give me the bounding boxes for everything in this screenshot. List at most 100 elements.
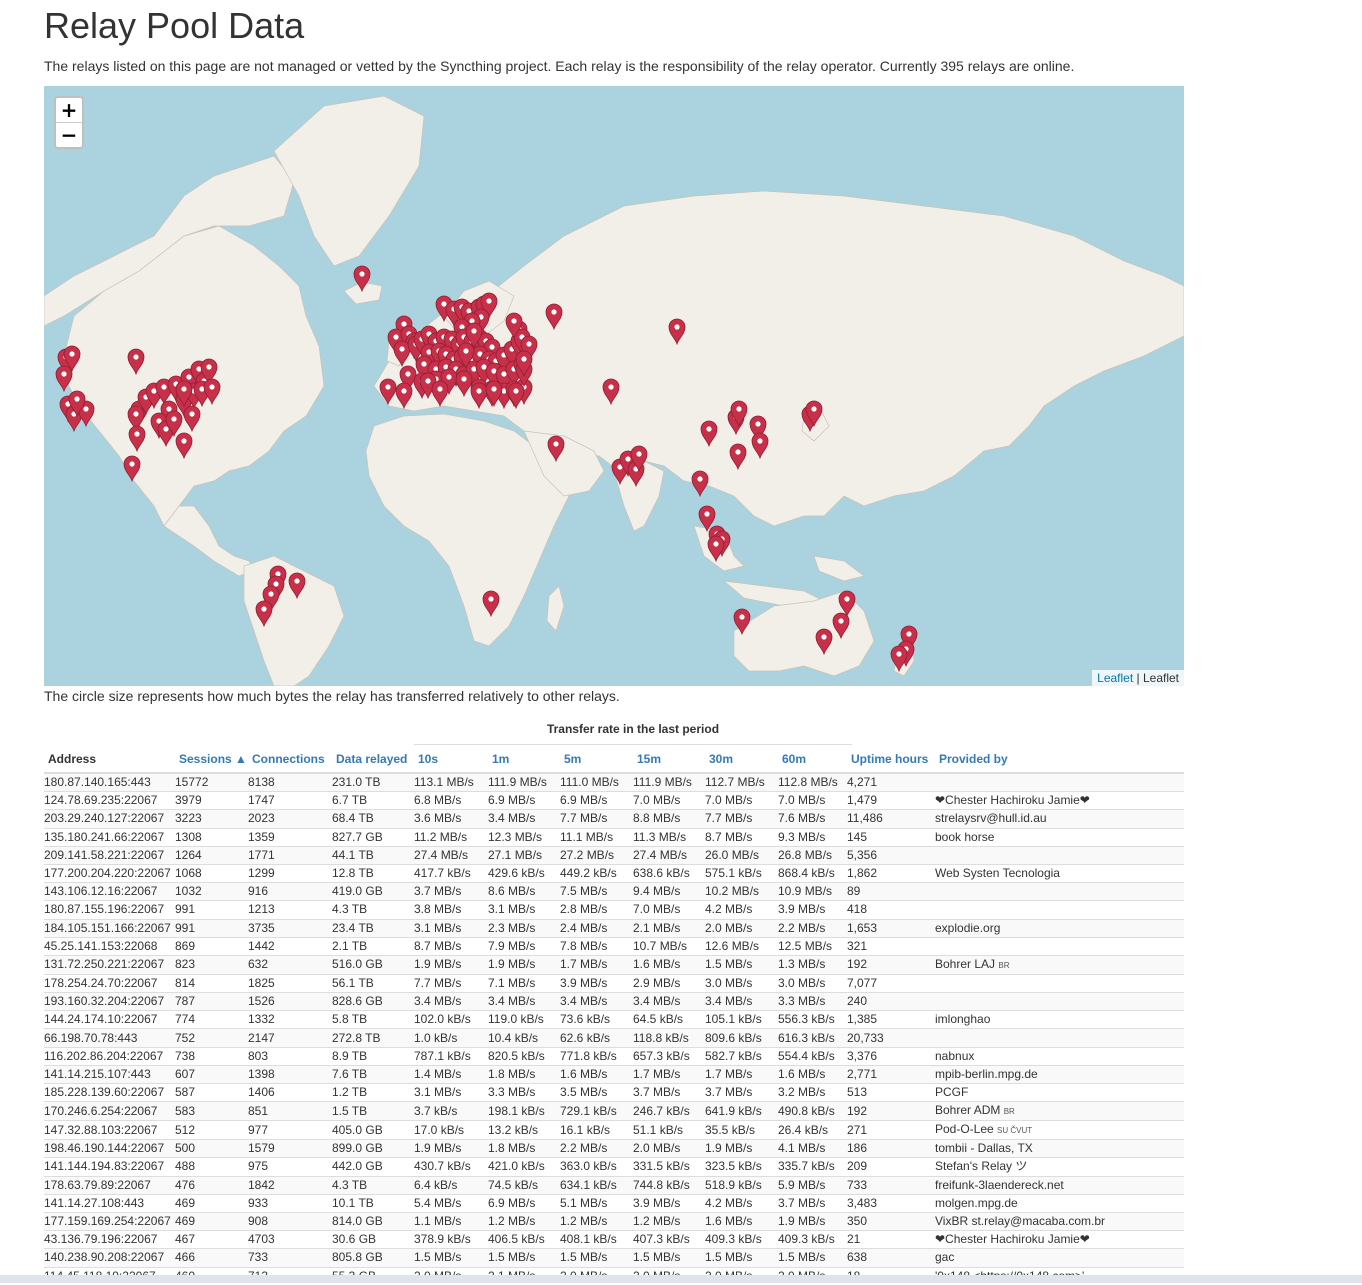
relay-marker-icon[interactable] xyxy=(203,378,221,406)
cell-sessions: 3223 xyxy=(175,809,248,829)
cell-rate-10s: 113.1 MB/s xyxy=(414,772,488,792)
country-badge: BR xyxy=(1003,1107,1015,1117)
cell-address: 143.106.12.16:22067 xyxy=(44,882,175,901)
relay-marker-icon[interactable] xyxy=(700,420,718,448)
cell-data-relayed: 23.4 TB xyxy=(332,918,414,938)
cell-rate-15m: 2.9 MB/s xyxy=(633,973,705,993)
zoom-out-button[interactable]: − xyxy=(56,122,82,147)
column-header-rate-1m[interactable]: 1m xyxy=(488,746,560,774)
cell-rate-30m: 1.9 MB/s xyxy=(705,1139,778,1158)
cell-connections: 632 xyxy=(248,954,332,975)
cell-rate-60m: 556.3 kB/s xyxy=(778,1010,847,1029)
cell-rate-30m: 10.2 MB/s xyxy=(705,882,778,901)
table-row: 185.228.139.60:22067 587 1406 1.2 TB 3.1 MB/… xyxy=(44,1082,1184,1102)
relay-marker-icon[interactable] xyxy=(127,348,145,376)
cell-rate-1m: 1.8 MB/s xyxy=(488,1139,560,1158)
cell-rate-30m: 1.6 MB/s xyxy=(705,1211,778,1231)
cell-uptime-hours: 271 xyxy=(847,1120,935,1140)
relay-marker-icon[interactable] xyxy=(482,590,500,618)
relay-marker-icon[interactable] xyxy=(691,470,709,498)
cell-uptime-hours: 638 xyxy=(847,1248,935,1267)
cell-provided-by: Web Systen Tecnologia xyxy=(935,863,1184,883)
horizontal-scrollbar[interactable] xyxy=(0,1275,1362,1283)
cell-connections: 908 xyxy=(248,1211,332,1231)
relay-marker-icon[interactable] xyxy=(431,380,449,408)
table-row: 209.141.58.221:22067 1264 1771 44.1 TB 27.4 … xyxy=(44,845,1184,865)
relay-marker-icon[interactable] xyxy=(890,645,908,673)
cell-rate-30m: 105.1 kB/s xyxy=(705,1010,778,1029)
column-header-rate-30m[interactable]: 30m xyxy=(705,746,778,774)
relay-marker-icon[interactable] xyxy=(455,370,473,398)
cell-rate-60m: 10.9 MB/s xyxy=(778,882,847,901)
relay-marker-icon[interactable] xyxy=(547,435,565,463)
relay-marker-icon[interactable] xyxy=(379,378,397,406)
column-header-sessions[interactable]: Sessions ▲ xyxy=(175,746,248,774)
cell-connections: 977 xyxy=(248,1120,332,1140)
relay-marker-icon[interactable] xyxy=(123,455,141,483)
column-header-uptime-hours[interactable]: Uptime hours xyxy=(847,746,935,774)
relay-marker-icon[interactable] xyxy=(183,405,201,433)
cell-rate-10s: 3.7 kB/s xyxy=(414,1101,488,1121)
attribution-separator: | xyxy=(1133,671,1143,685)
cell-rate-30m: 575.1 kB/s xyxy=(705,863,778,883)
relay-marker-icon[interactable] xyxy=(668,318,686,346)
relay-map[interactable]: + − Leaflet | Leaflet xyxy=(44,86,1184,686)
cell-data-relayed: 4.3 TB xyxy=(332,900,414,919)
relay-marker-icon[interactable] xyxy=(288,572,306,600)
relay-marker-icon[interactable] xyxy=(707,535,725,563)
relay-marker-icon[interactable] xyxy=(175,432,193,460)
transfer-period-header: Transfer rate in the last period xyxy=(414,718,852,745)
table-row: 178.63.79.89:22067 476 1842 4.3 TB 6.4 kB/s 7… xyxy=(44,1175,1184,1195)
cell-uptime-hours: 513 xyxy=(847,1082,935,1102)
relay-marker-icon[interactable] xyxy=(255,600,273,628)
cell-rate-15m: 8.8 MB/s xyxy=(633,809,705,829)
cell-rate-10s: 417.7 kB/s xyxy=(414,863,488,883)
cell-rate-1m: 1.2 MB/s xyxy=(488,1211,560,1231)
cell-data-relayed: 8.9 TB xyxy=(332,1046,414,1066)
cell-rate-15m: 111.9 MB/s xyxy=(633,772,705,792)
column-header-rate-60m[interactable]: 60m xyxy=(778,746,847,774)
column-header-provided-by[interactable]: Provided by xyxy=(935,746,1184,774)
column-header-data-relayed[interactable]: Data relayed xyxy=(332,746,414,774)
table-row: 193.160.32.204:22067 787 1526 828.6 GB 3.4 M… xyxy=(44,992,1184,1011)
cell-rate-5m: 5.1 MB/s xyxy=(560,1193,633,1213)
cell-rate-10s: 102.0 kB/s xyxy=(414,1010,488,1029)
column-header-connections[interactable]: Connections xyxy=(248,746,332,774)
column-header-rate-10s[interactable]: 10s xyxy=(414,746,488,774)
cell-address: 185.228.139.60:22067 xyxy=(44,1082,175,1102)
cell-rate-15m: 331.5 kB/s xyxy=(633,1157,705,1177)
cell-rate-5m: 7.5 MB/s xyxy=(560,882,633,901)
cell-rate-10s: 378.9 kB/s xyxy=(414,1230,488,1249)
relay-marker-icon[interactable] xyxy=(832,612,850,640)
relay-marker-icon[interactable] xyxy=(485,380,503,408)
relay-marker-icon[interactable] xyxy=(395,382,413,410)
relay-marker-icon[interactable] xyxy=(470,382,488,410)
relay-marker-icon[interactable] xyxy=(815,628,833,656)
column-header-rate-15m[interactable]: 15m xyxy=(633,746,705,774)
cell-rate-60m: 5.9 MB/s xyxy=(778,1175,847,1195)
relay-marker-icon[interactable] xyxy=(751,432,769,460)
relay-marker-icon[interactable] xyxy=(507,382,525,410)
cell-rate-10s: 11.2 MB/s xyxy=(414,827,488,847)
relay-marker-icon[interactable] xyxy=(353,265,371,293)
cell-rate-30m: 7.7 MB/s xyxy=(705,809,778,829)
relay-marker-icon[interactable] xyxy=(545,303,563,331)
column-header-rate-5m[interactable]: 5m xyxy=(560,746,633,774)
relay-marker-icon[interactable] xyxy=(602,378,620,406)
leaflet-link[interactable]: Leaflet xyxy=(1097,671,1133,685)
relay-marker-icon[interactable] xyxy=(393,340,411,368)
relay-marker-icon[interactable] xyxy=(838,590,856,618)
relay-marker-icon[interactable] xyxy=(128,425,146,453)
cell-rate-15m: 638.6 kB/s xyxy=(633,863,705,883)
relay-marker-icon[interactable] xyxy=(55,365,73,393)
cell-rate-30m: 518.9 kB/s xyxy=(705,1175,778,1195)
zoom-in-button[interactable]: + xyxy=(56,98,82,122)
relay-markers-layer xyxy=(55,265,918,673)
cell-rate-60m: 26.4 kB/s xyxy=(778,1120,847,1140)
cell-uptime-hours: 11,486 xyxy=(847,809,935,829)
cell-rate-1m: 7.9 MB/s xyxy=(488,936,560,956)
relay-marker-icon[interactable] xyxy=(733,608,751,636)
cell-rate-10s: 787.1 kB/s xyxy=(414,1046,488,1066)
cell-rate-5m: 62.6 kB/s xyxy=(560,1028,633,1048)
relay-marker-icon[interactable] xyxy=(729,443,747,471)
